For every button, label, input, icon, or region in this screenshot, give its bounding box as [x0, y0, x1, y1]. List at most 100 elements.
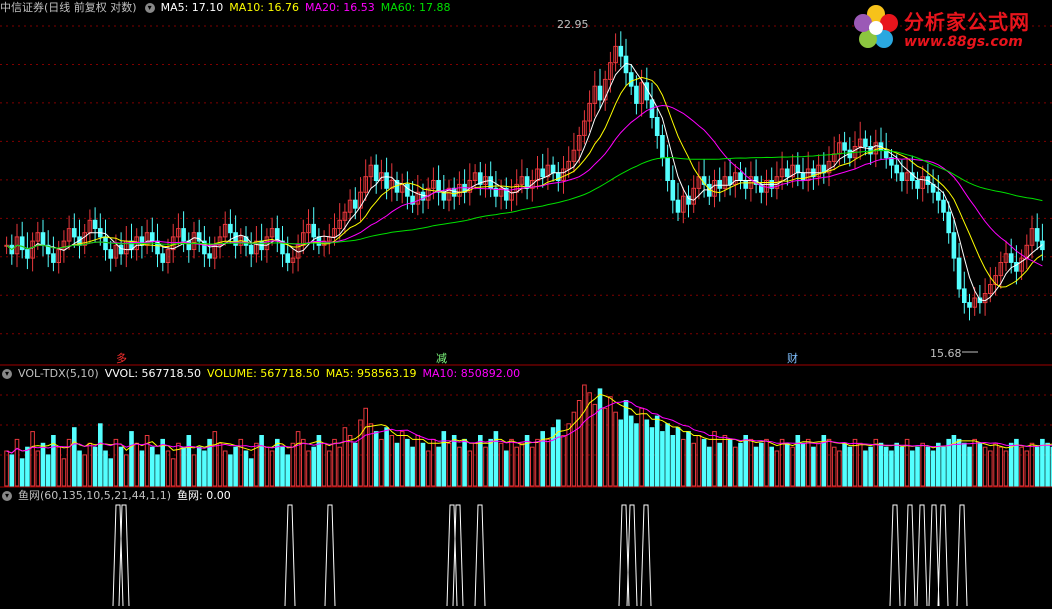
volume-bar — [561, 435, 566, 487]
volume-bar — [863, 450, 868, 487]
volume-bar — [306, 450, 311, 487]
ma5-line — [6, 62, 1043, 302]
volume-bar — [196, 446, 202, 487]
volume-bar — [769, 446, 775, 487]
volume-bar — [472, 442, 478, 487]
volume-bar — [327, 450, 332, 487]
volume-bar — [222, 450, 228, 487]
volume-bar — [623, 400, 629, 487]
volume-settings-icon[interactable]: ▾ — [2, 369, 12, 379]
ma60-line — [6, 149, 1043, 251]
volume-bar — [837, 450, 842, 487]
vvol-label: VVOL: 567718.50 — [104, 367, 202, 380]
volume-bar — [733, 446, 738, 487]
volume-bar — [301, 438, 306, 487]
volume-bar — [707, 446, 712, 487]
volume-bar — [930, 450, 936, 487]
candle-body — [150, 232, 155, 242]
volume-bar — [915, 446, 920, 487]
volume-bar — [805, 438, 811, 487]
volume-bar — [1040, 438, 1045, 487]
volume-bar — [899, 446, 905, 487]
fishnet-signal — [916, 504, 928, 607]
candle-body — [670, 180, 676, 201]
volume-bar — [373, 431, 379, 487]
ma20-line — [6, 104, 1043, 267]
candle-body — [686, 195, 691, 205]
volume-bar — [1034, 446, 1040, 487]
candle-body — [660, 135, 665, 159]
marker-cai: 财 — [787, 351, 798, 365]
volume-bar — [98, 423, 103, 487]
fishnet-signal — [928, 504, 940, 607]
volume-bar — [488, 438, 493, 487]
candle-body — [785, 168, 790, 178]
volume-bar — [925, 446, 931, 487]
fishnet-signal — [956, 504, 968, 607]
volume-bar — [509, 438, 514, 487]
volume-bar — [779, 438, 785, 487]
volume-bar — [467, 450, 473, 487]
candle-body — [92, 219, 98, 230]
volume-bar — [92, 446, 98, 487]
volume-bar — [1045, 442, 1050, 487]
volume-bar — [337, 446, 342, 487]
volume-bar — [753, 446, 759, 487]
volume-bar — [920, 442, 926, 487]
volume-bar — [831, 446, 837, 487]
volume-bar — [332, 438, 337, 487]
volume-bar — [389, 435, 395, 487]
volume-bar — [4, 450, 9, 487]
volume-bar — [394, 442, 400, 487]
volume-bar — [35, 450, 41, 487]
volume-bar — [150, 446, 155, 487]
volume-bar — [342, 427, 348, 487]
volume-bar — [998, 446, 1004, 487]
settings-circle-icon[interactable]: ▾ — [144, 3, 155, 13]
volume-bar — [191, 454, 197, 487]
volume-bar — [811, 446, 816, 487]
marker-jian: 减 — [436, 352, 447, 365]
candle-body — [118, 244, 124, 255]
candlestick-series — [4, 31, 1045, 321]
volume-bar — [608, 396, 613, 487]
volume-bar — [363, 407, 368, 487]
volume-bar — [1029, 442, 1035, 487]
volume-bar — [644, 419, 650, 487]
candle-body — [181, 228, 186, 242]
candle-body — [946, 211, 952, 234]
vol-ma5-label: MA5: 958563.19 — [325, 367, 417, 380]
volume-bar — [982, 446, 988, 487]
volume-bar — [431, 438, 436, 487]
candle-body — [951, 232, 957, 259]
volume-bar — [889, 450, 894, 487]
volume-bar — [56, 446, 62, 487]
fishnet-settings-icon[interactable]: ▾ — [2, 491, 12, 501]
candle-body — [103, 236, 108, 251]
volume-bar — [462, 438, 467, 487]
ma60-label: MA60: 17.88 — [380, 1, 451, 14]
volume-bar — [87, 442, 93, 487]
volume-bar — [248, 458, 254, 487]
volume-bar — [628, 415, 634, 487]
volume-bar — [977, 442, 983, 487]
volume-bar — [988, 450, 993, 487]
volume-bar — [420, 442, 426, 487]
volume-bar — [743, 435, 749, 487]
volume-bar — [727, 438, 733, 487]
volume-bar — [82, 454, 88, 487]
volume-bar — [691, 442, 697, 487]
candle-body — [405, 183, 410, 197]
volume-bar — [514, 446, 520, 487]
vol-ma10-label: MA10: 850892.00 — [422, 367, 521, 380]
volume-bar — [40, 442, 46, 487]
volume-label: VOLUME: 567718.50 — [207, 367, 320, 380]
candle-body — [634, 85, 639, 104]
volume-bar — [660, 431, 665, 487]
volume-bar — [353, 442, 358, 487]
volume-bar — [701, 438, 707, 487]
candle-body — [550, 164, 556, 174]
volume-bar — [842, 442, 847, 487]
candle-body — [248, 244, 254, 255]
volume-bar — [717, 442, 723, 487]
